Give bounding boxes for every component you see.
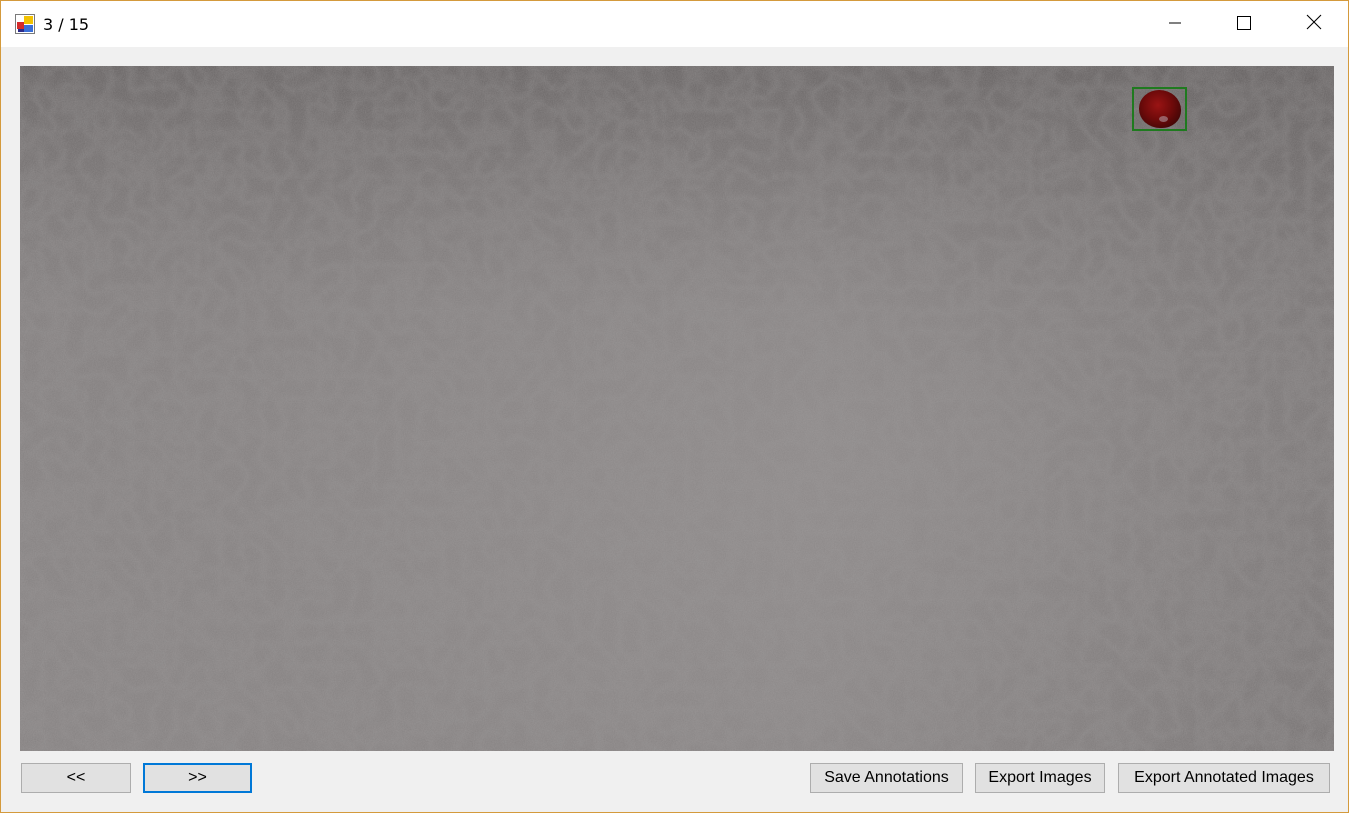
minimize-button[interactable] bbox=[1152, 1, 1198, 47]
wall-photo bbox=[20, 66, 1334, 751]
minimize-icon bbox=[1168, 15, 1182, 34]
save-annotations-button[interactable]: Save Annotations bbox=[810, 763, 963, 793]
annotation-bounding-box[interactable] bbox=[1132, 87, 1187, 131]
export-images-button[interactable]: Export Images bbox=[975, 763, 1105, 793]
previous-image-button[interactable]: << bbox=[21, 763, 131, 793]
export-annotated-images-button[interactable]: Export Annotated Images bbox=[1118, 763, 1330, 793]
app-icon bbox=[15, 14, 35, 34]
close-icon bbox=[1306, 14, 1322, 34]
next-image-button[interactable]: >> bbox=[143, 763, 252, 793]
app-window: 3 / 15 << >> Save Annotations Export Ima… bbox=[0, 0, 1349, 813]
maximize-button[interactable] bbox=[1221, 1, 1267, 47]
window-title: 3 / 15 bbox=[43, 15, 90, 34]
maximize-icon bbox=[1237, 15, 1251, 34]
title-bar[interactable]: 3 / 15 bbox=[1, 1, 1348, 47]
close-button[interactable] bbox=[1291, 1, 1337, 47]
image-viewer[interactable] bbox=[20, 66, 1334, 751]
